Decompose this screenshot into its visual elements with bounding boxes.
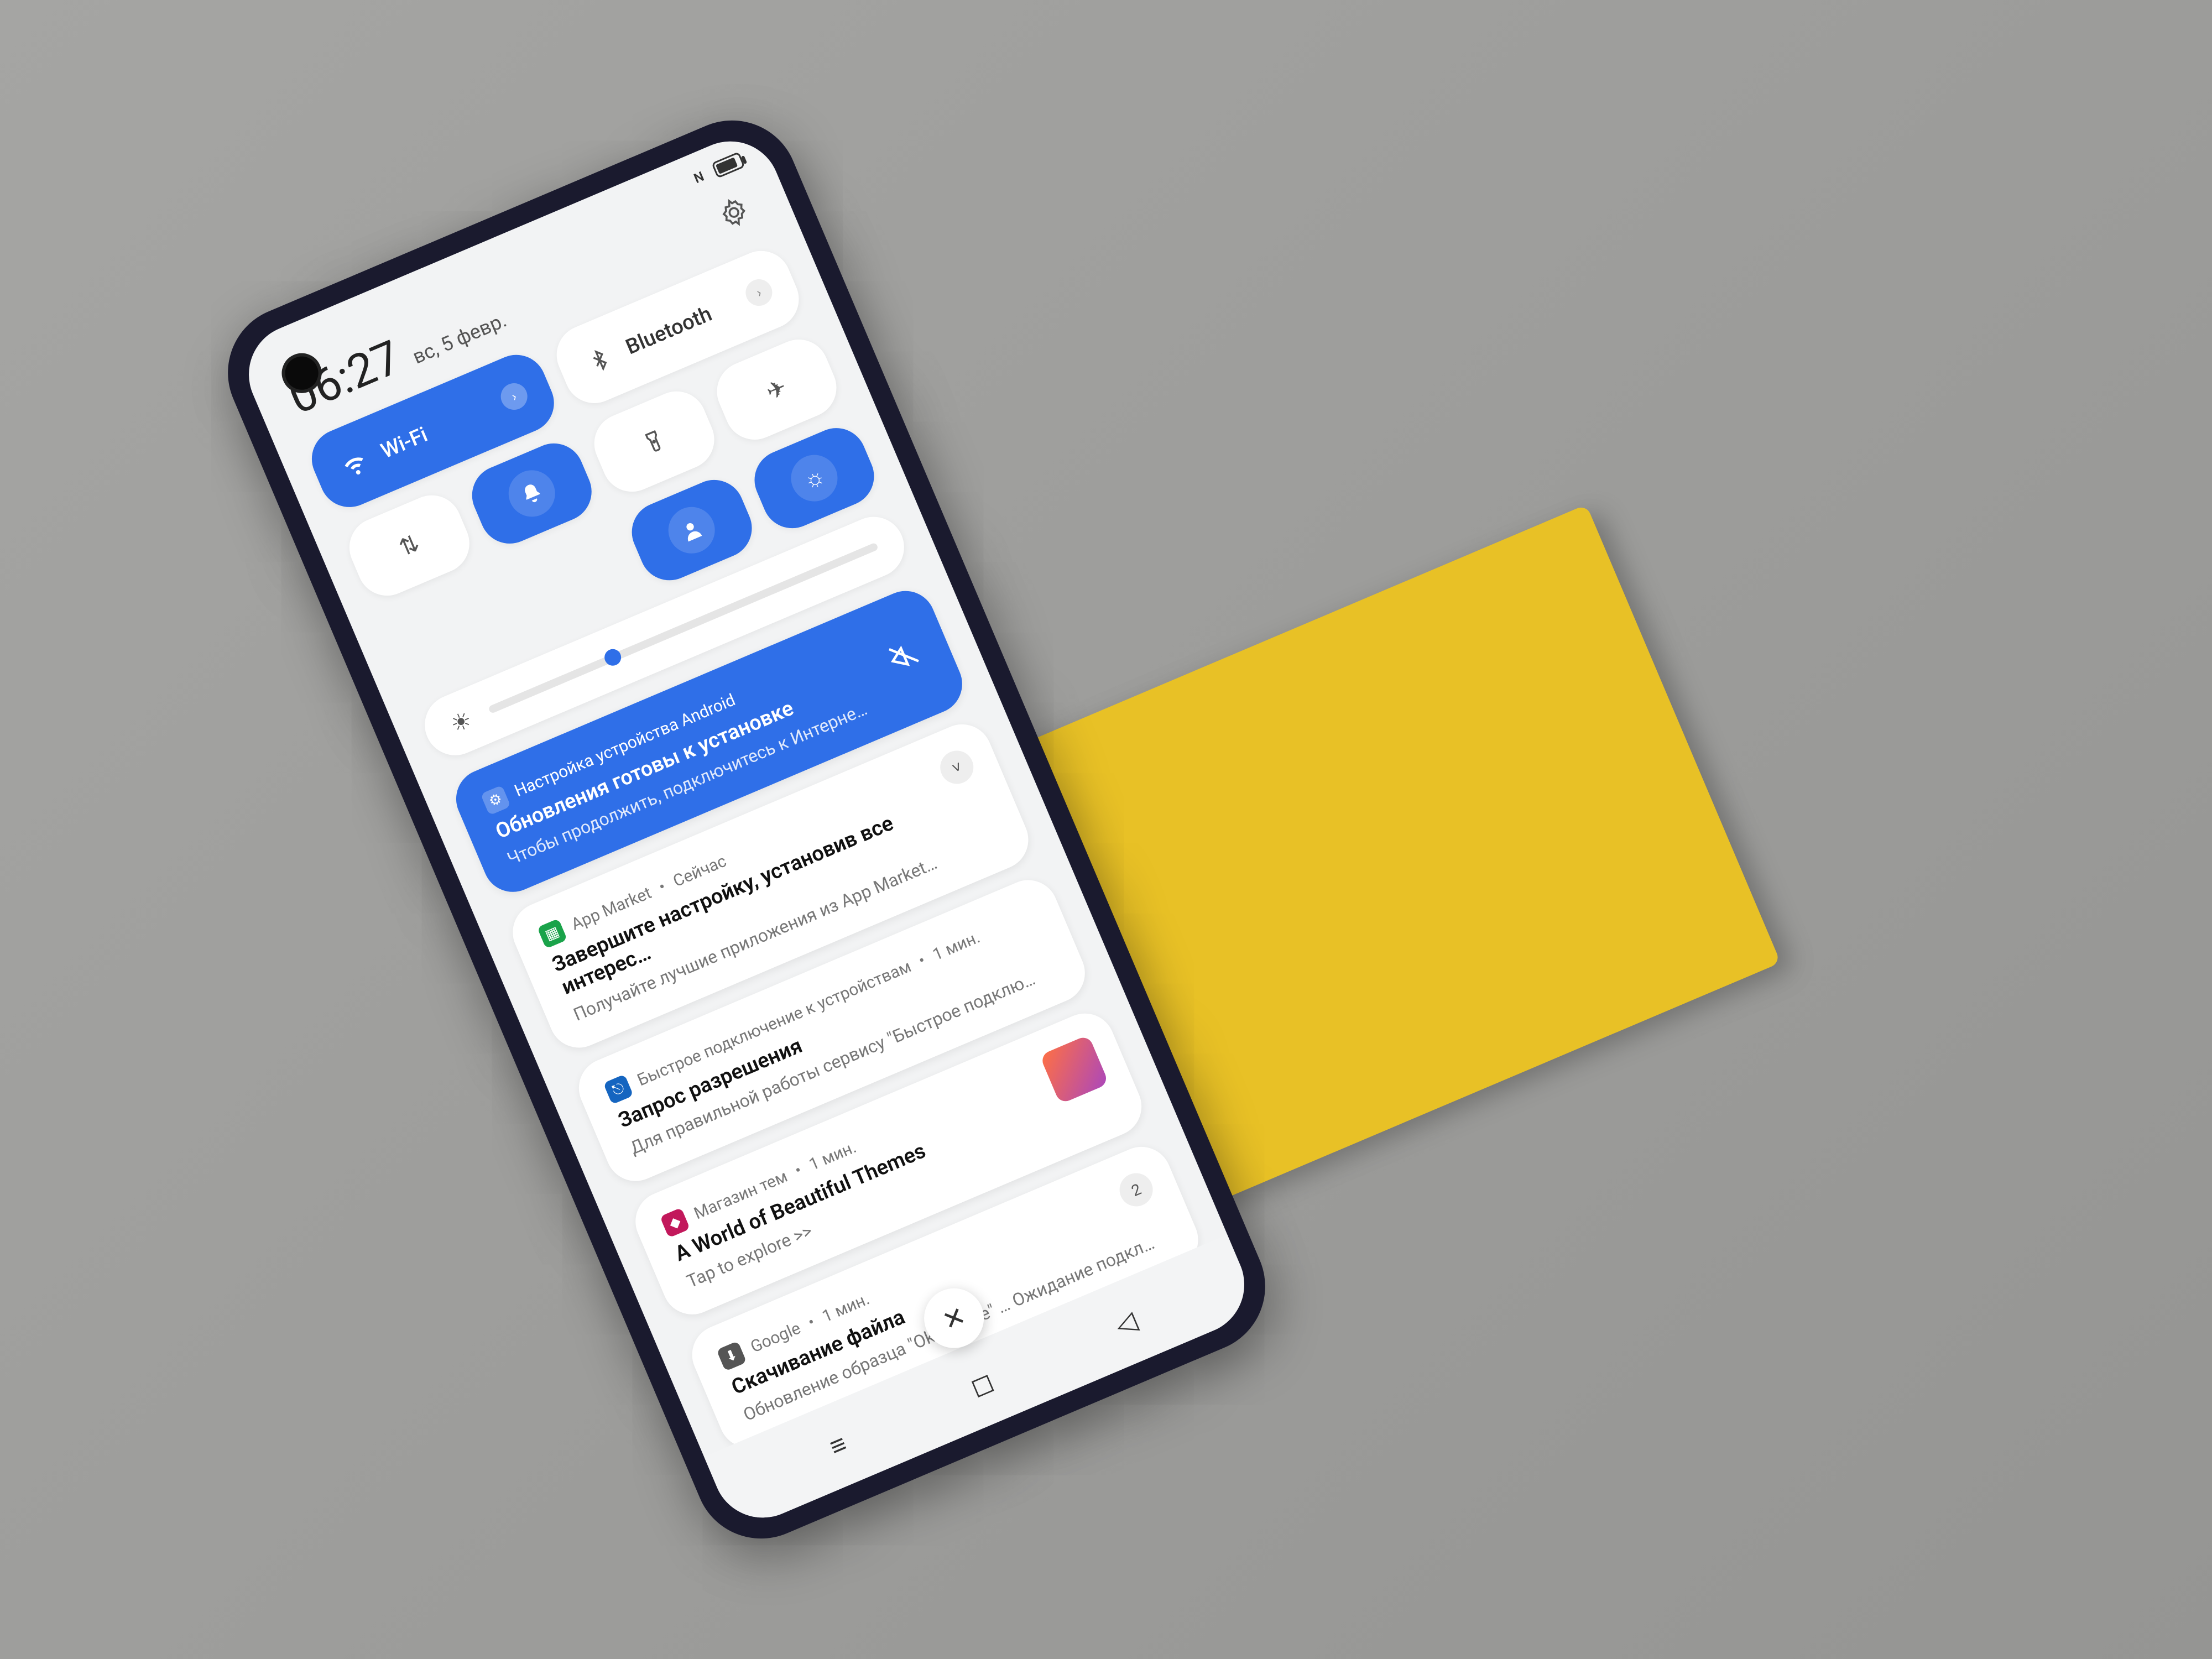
home-button[interactable]: ◻ [949, 1351, 1014, 1416]
quick-connect-icon: ⎋ [603, 1074, 634, 1104]
gear-icon [714, 192, 754, 232]
app-market-icon: ▦ [537, 919, 567, 949]
data-swap-icon: ⇅ [379, 515, 440, 576]
wifi-icon [333, 442, 377, 486]
recents-button[interactable]: ≡ [805, 1412, 870, 1478]
back-button[interactable]: ◁ [1093, 1290, 1159, 1355]
bluetooth-icon [578, 338, 622, 382]
gear-icon: ⚙ [481, 785, 511, 816]
brightness-thumb[interactable] [602, 646, 624, 668]
clock-date: вс, 5 февр. [409, 309, 510, 369]
bell-icon [501, 463, 562, 524]
nfc-icon: N [692, 169, 706, 186]
download-icon: ⬇ [716, 1341, 747, 1371]
sun-icon: ☀ [446, 706, 476, 739]
themes-icon: ◆ [660, 1208, 690, 1238]
person-icon [661, 500, 722, 561]
brightness-icon: ☼ [784, 448, 844, 509]
flashlight-icon [624, 411, 685, 472]
scene-background: N 06:27 вс, 5 февр. [0, 0, 2212, 1659]
airplane-icon: ✈ [746, 359, 807, 420]
settings-button[interactable] [706, 184, 762, 241]
